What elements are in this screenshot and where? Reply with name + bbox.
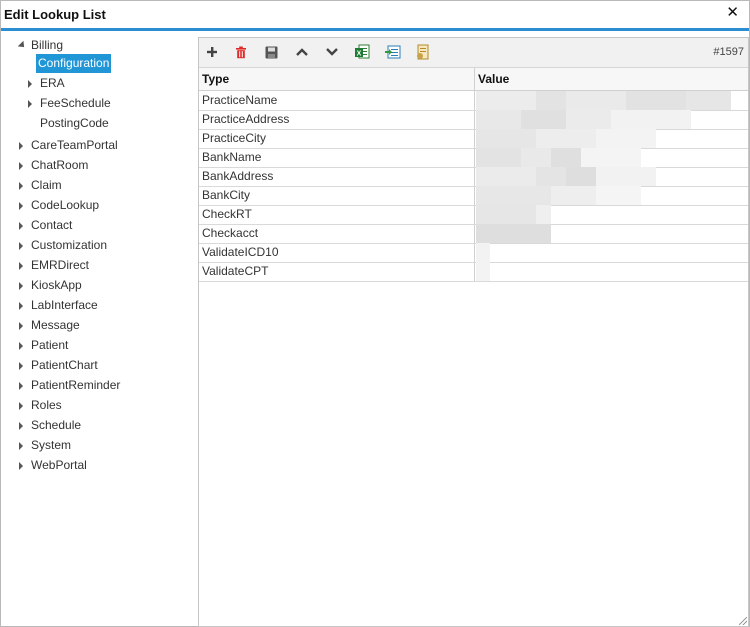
import-icon[interactable] [384,43,402,61]
redacted-value [476,110,748,129]
move-down-icon[interactable] [323,43,341,61]
table-row[interactable]: BankCity [199,186,748,206]
collapsed-arrow-icon[interactable] [27,74,35,93]
redacted-value [476,262,748,281]
type-cell: ValidateCPT [202,264,269,278]
type-cell: Checkacct [202,226,259,240]
record-id: #1597 [713,46,744,58]
audit-icon[interactable] [414,43,432,61]
move-up-icon[interactable] [293,43,311,61]
collapsed-arrow-icon[interactable] [18,416,26,435]
delete-icon[interactable] [232,43,250,61]
table-row[interactable]: PracticeAddress [199,110,748,130]
redacted-value [476,91,748,110]
redacted-value [476,148,748,167]
table-row[interactable]: CheckRT [199,205,748,225]
redacted-value [476,205,748,224]
redacted-value [476,167,748,186]
save-icon[interactable] [262,43,280,61]
redacted-value [476,224,748,243]
collapsed-arrow-icon[interactable] [18,216,26,235]
type-cell: PracticeAddress [202,112,290,126]
collapsed-arrow-icon[interactable] [18,276,26,295]
close-icon[interactable]: ✕ [726,5,739,21]
column-header-type[interactable]: Type [202,72,229,86]
edit-lookup-list-dialog: Edit Lookup List ✕ Billing Configuration… [0,0,750,627]
dialog-title: Edit Lookup List [4,7,106,22]
collapsed-arrow-icon[interactable] [18,176,26,195]
collapsed-arrow-icon[interactable] [18,456,26,475]
collapsed-arrow-icon[interactable] [18,196,26,215]
type-cell: CheckRT [202,207,252,221]
table-row[interactable]: Checkacct [199,224,748,244]
collapsed-arrow-icon[interactable] [18,376,26,395]
collapsed-arrow-icon[interactable] [18,336,26,355]
add-icon[interactable] [203,43,221,61]
expanded-arrow-icon[interactable] [17,36,27,55]
resize-grip-icon[interactable] [739,617,747,625]
table-row[interactable]: ValidateICD10 [199,243,748,263]
excel-export-icon[interactable]: X [353,43,371,61]
column-header-value[interactable]: Value [478,72,509,86]
collapsed-arrow-icon[interactable] [18,436,26,455]
collapsed-arrow-icon[interactable] [18,236,26,255]
type-cell: BankName [202,150,262,164]
dialog-titlebar: Edit Lookup List ✕ [1,1,749,31]
type-cell: BankCity [202,188,251,202]
svg-text:X: X [357,51,362,58]
collapsed-arrow-icon[interactable] [18,356,26,375]
lookup-tree: Billing Configuration ERA FeeSchedule Po… [1,32,197,622]
redacted-value [476,129,748,148]
table-row[interactable]: PracticeCity [199,129,748,149]
table-row[interactable]: BankName [199,148,748,168]
table-row[interactable]: BankAddress [199,167,748,187]
lookup-values-panel: X #1597 Type Value PracticeName Practice… [198,37,749,627]
collapsed-arrow-icon[interactable] [18,396,26,415]
collapsed-arrow-icon[interactable] [18,136,26,155]
collapsed-arrow-icon[interactable] [18,156,26,175]
table-row[interactable]: ValidateCPT [199,262,748,282]
type-cell: PracticeName [202,93,278,107]
collapsed-arrow-icon[interactable] [18,256,26,275]
collapsed-arrow-icon[interactable] [18,296,26,315]
redacted-value [476,243,748,262]
grid-toolbar: X #1597 [199,38,748,68]
type-cell: PracticeCity [202,131,267,145]
table-row[interactable]: PracticeName [199,91,748,111]
collapsed-arrow-icon[interactable] [18,316,26,335]
collapsed-arrow-icon[interactable] [27,94,35,113]
redacted-value [476,186,748,205]
type-cell: BankAddress [202,169,274,183]
type-cell: ValidateICD10 [202,245,279,259]
